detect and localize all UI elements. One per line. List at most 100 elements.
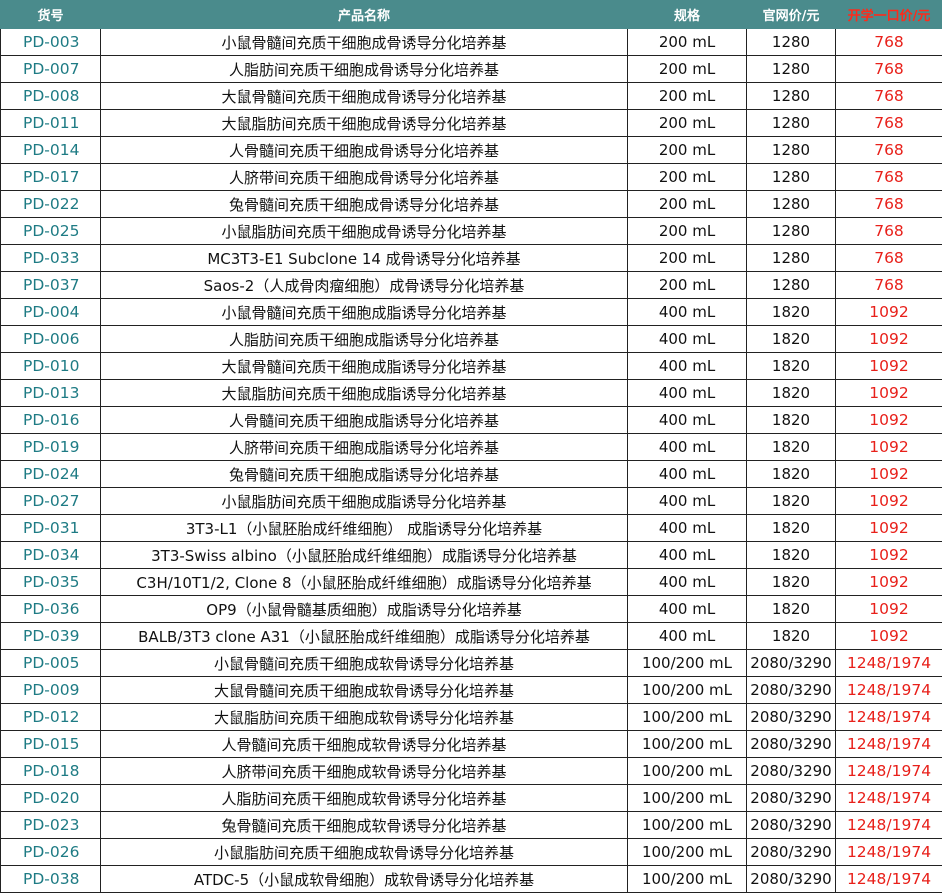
cell-price: 1280: [747, 56, 836, 83]
table-row: PD-003小鼠骨髓间充质干细胞成骨诱导分化培养基200 mL1280768: [1, 29, 942, 56]
table-row: PD-009大鼠骨髓间充质干细胞成软骨诱导分化培养基100/200 mL2080…: [1, 677, 942, 704]
table-row: PD-004小鼠骨髓间充质干细胞成脂诱导分化培养基400 mL18201092: [1, 299, 942, 326]
cell-promo-price: 1092: [836, 569, 942, 596]
cell-code: PD-033: [1, 245, 101, 272]
cell-promo-price: 1248/1974: [836, 650, 942, 677]
cell-price: 1280: [747, 29, 836, 56]
cell-spec: 400 mL: [628, 326, 747, 353]
cell-code: PD-036: [1, 596, 101, 623]
table-row: PD-039BALB/3T3 clone A31（小鼠胚胎成纤维细胞）成脂诱导分…: [1, 623, 942, 650]
cell-product-name: 人脐带间充质干细胞成骨诱导分化培养基: [101, 164, 628, 191]
cell-promo-price: 1092: [836, 407, 942, 434]
cell-product-name: 人脂肪间充质干细胞成脂诱导分化培养基: [101, 326, 628, 353]
table-row: PD-023兔骨髓间充质干细胞成软骨诱导分化培养基100/200 mL2080/…: [1, 812, 942, 839]
table-row: PD-005小鼠骨髓间充质干细胞成软骨诱导分化培养基100/200 mL2080…: [1, 650, 942, 677]
cell-price: 1280: [747, 272, 836, 299]
table-header: 货号 产品名称 规格 官网价/元 开学一口价/元: [1, 1, 942, 29]
table-row: PD-027小鼠脂肪间充质干细胞成脂诱导分化培养基400 mL18201092: [1, 488, 942, 515]
cell-code: PD-010: [1, 353, 101, 380]
table-row: PD-012大鼠脂肪间充质干细胞成软骨诱导分化培养基100/200 mL2080…: [1, 704, 942, 731]
table-row: PD-025小鼠脂肪间充质干细胞成骨诱导分化培养基200 mL1280768: [1, 218, 942, 245]
cell-code: PD-034: [1, 542, 101, 569]
cell-code: PD-024: [1, 461, 101, 488]
cell-spec: 100/200 mL: [628, 839, 747, 866]
cell-spec: 100/200 mL: [628, 677, 747, 704]
cell-price: 2080/3290: [747, 650, 836, 677]
cell-price: 1280: [747, 83, 836, 110]
cell-product-name: 大鼠脂肪间充质干细胞成软骨诱导分化培养基: [101, 704, 628, 731]
cell-price: 2080/3290: [747, 866, 836, 893]
cell-product-name: 人骨髓间充质干细胞成脂诱导分化培养基: [101, 407, 628, 434]
cell-promo-price: 768: [836, 137, 942, 164]
table-row: PD-033MC3T3-E1 Subclone 14 成骨诱导分化培养基200 …: [1, 245, 942, 272]
table-row: PD-017人脐带间充质干细胞成骨诱导分化培养基200 mL1280768: [1, 164, 942, 191]
cell-product-name: 兔骨髓间充质干细胞成脂诱导分化培养基: [101, 461, 628, 488]
header-spec: 规格: [628, 1, 747, 29]
cell-spec: 200 mL: [628, 110, 747, 137]
cell-product-name: 大鼠脂肪间充质干细胞成脂诱导分化培养基: [101, 380, 628, 407]
cell-price: 1820: [747, 407, 836, 434]
table-row: PD-015人骨髓间充质干细胞成软骨诱导分化培养基100/200 mL2080/…: [1, 731, 942, 758]
cell-product-name: 大鼠骨髓间充质干细胞成软骨诱导分化培养基: [101, 677, 628, 704]
cell-code: PD-018: [1, 758, 101, 785]
cell-code: PD-020: [1, 785, 101, 812]
cell-product-name: 兔骨髓间充质干细胞成软骨诱导分化培养基: [101, 812, 628, 839]
cell-promo-price: 1248/1974: [836, 758, 942, 785]
cell-product-name: 人脐带间充质干细胞成软骨诱导分化培养基: [101, 758, 628, 785]
cell-price: 1820: [747, 596, 836, 623]
table-body: PD-003小鼠骨髓间充质干细胞成骨诱导分化培养基200 mL1280768PD…: [1, 29, 942, 893]
cell-promo-price: 1092: [836, 461, 942, 488]
cell-spec: 400 mL: [628, 461, 747, 488]
cell-product-name: C3H/10T1/2, Clone 8（小鼠胚胎成纤维细胞）成脂诱导分化培养基: [101, 569, 628, 596]
header-code: 货号: [1, 1, 101, 29]
cell-price: 1820: [747, 461, 836, 488]
cell-spec: 400 mL: [628, 407, 747, 434]
table-row: PD-026小鼠脂肪间充质干细胞成软骨诱导分化培养基100/200 mL2080…: [1, 839, 942, 866]
cell-price: 2080/3290: [747, 812, 836, 839]
cell-promo-price: 1248/1974: [836, 785, 942, 812]
cell-product-name: Saos-2（人成骨肉瘤细胞）成骨诱导分化培养基: [101, 272, 628, 299]
cell-promo-price: 768: [836, 83, 942, 110]
cell-promo-price: 1248/1974: [836, 731, 942, 758]
cell-spec: 100/200 mL: [628, 866, 747, 893]
cell-product-name: 小鼠骨髓间充质干细胞成软骨诱导分化培养基: [101, 650, 628, 677]
table-row: PD-013大鼠脂肪间充质干细胞成脂诱导分化培养基400 mL18201092: [1, 380, 942, 407]
table-row: PD-0343T3-Swiss albino（小鼠胚胎成纤维细胞）成脂诱导分化培…: [1, 542, 942, 569]
cell-code: PD-023: [1, 812, 101, 839]
cell-promo-price: 1248/1974: [836, 704, 942, 731]
table-row: PD-037Saos-2（人成骨肉瘤细胞）成骨诱导分化培养基200 mL1280…: [1, 272, 942, 299]
cell-price: 1820: [747, 299, 836, 326]
cell-product-name: 大鼠骨髓间充质干细胞成骨诱导分化培养基: [101, 83, 628, 110]
cell-promo-price: 768: [836, 191, 942, 218]
cell-code: PD-003: [1, 29, 101, 56]
table-row: PD-020人脂肪间充质干细胞成软骨诱导分化培养基100/200 mL2080/…: [1, 785, 942, 812]
cell-code: PD-012: [1, 704, 101, 731]
cell-promo-price: 1092: [836, 542, 942, 569]
table-row: PD-036OP9（小鼠骨髓基质细胞）成脂诱导分化培养基400 mL182010…: [1, 596, 942, 623]
cell-price: 1820: [747, 515, 836, 542]
cell-product-name: 兔骨髓间充质干细胞成骨诱导分化培养基: [101, 191, 628, 218]
cell-product-name: 人骨髓间充质干细胞成软骨诱导分化培养基: [101, 731, 628, 758]
table-row: PD-018人脐带间充质干细胞成软骨诱导分化培养基100/200 mL2080/…: [1, 758, 942, 785]
cell-product-name: 人脂肪间充质干细胞成骨诱导分化培养基: [101, 56, 628, 83]
cell-spec: 400 mL: [628, 623, 747, 650]
cell-price: 1820: [747, 542, 836, 569]
cell-spec: 200 mL: [628, 272, 747, 299]
cell-promo-price: 1092: [836, 434, 942, 461]
cell-spec: 200 mL: [628, 83, 747, 110]
cell-spec: 200 mL: [628, 191, 747, 218]
cell-code: PD-014: [1, 137, 101, 164]
cell-spec: 400 mL: [628, 542, 747, 569]
cell-promo-price: 1248/1974: [836, 866, 942, 893]
cell-product-name: 小鼠脂肪间充质干细胞成软骨诱导分化培养基: [101, 839, 628, 866]
cell-price: 1280: [747, 218, 836, 245]
cell-promo-price: 1092: [836, 515, 942, 542]
cell-code: PD-039: [1, 623, 101, 650]
cell-code: PD-005: [1, 650, 101, 677]
cell-code: PD-006: [1, 326, 101, 353]
cell-promo-price: 1092: [836, 488, 942, 515]
cell-spec: 400 mL: [628, 434, 747, 461]
cell-spec: 200 mL: [628, 245, 747, 272]
cell-code: PD-022: [1, 191, 101, 218]
cell-product-name: MC3T3-E1 Subclone 14 成骨诱导分化培养基: [101, 245, 628, 272]
